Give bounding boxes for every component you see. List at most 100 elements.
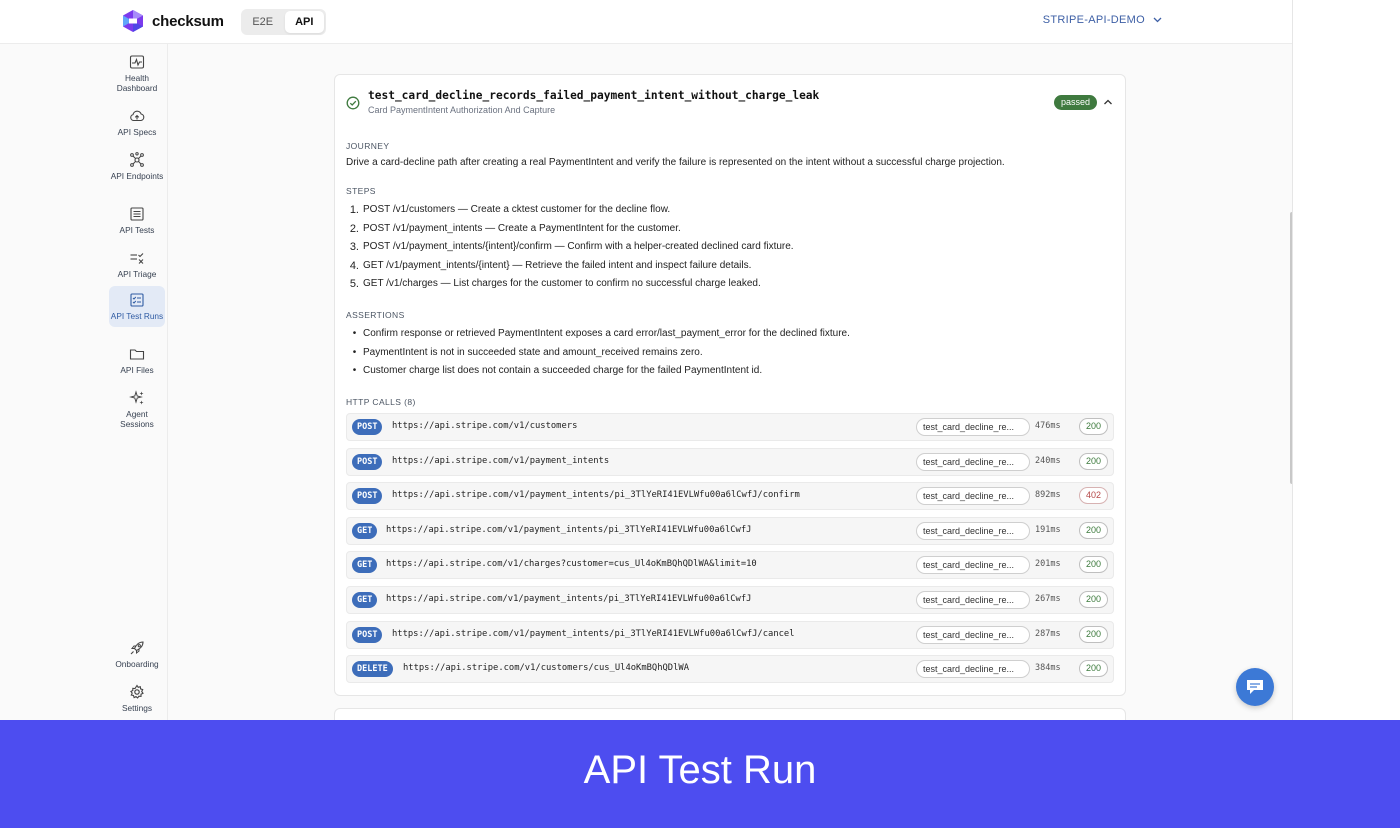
sidebar-item-onboarding[interactable]: Onboarding xyxy=(109,634,165,675)
steps-heading: STEPS xyxy=(346,186,376,196)
test-tag: test_card_decline_re... xyxy=(916,418,1030,436)
sidebar-item-api-tests[interactable]: API Tests xyxy=(109,200,165,241)
sidebar-item-label: Health Dashboard xyxy=(116,73,158,93)
sidebar-item-api-test-runs[interactable]: API Test Runs xyxy=(109,286,165,327)
sidebar-item-api-files[interactable]: API Files xyxy=(109,340,165,381)
caption-title: API Test Run xyxy=(583,748,817,792)
sidebar-item-label: API Triage xyxy=(117,269,157,279)
http-call-row[interactable]: POST https://api.stripe.com/v1/payment_i… xyxy=(346,447,1114,476)
status-code-badge: 200 xyxy=(1079,452,1108,470)
http-call-url: https://api.stripe.com/v1/charges?custom… xyxy=(386,559,757,570)
list-item: 2. POST /v1/payment_intents — Create a Pa… xyxy=(349,222,681,235)
triage-icon xyxy=(130,253,144,264)
http-call-url: https://api.stripe.com/v1/customers xyxy=(392,421,578,431)
http-method-badge: GET xyxy=(352,522,378,539)
list-item: • Confirm response or retrieved PaymentIn… xyxy=(352,328,850,339)
status-code-badge: 200 xyxy=(1079,521,1108,539)
http-call-url: https://api.stripe.com/v1/payment_intent… xyxy=(386,524,752,535)
status-code-badge: 200 xyxy=(1079,625,1108,643)
chevron-up-icon[interactable] xyxy=(1103,97,1113,107)
sidebar-item-agent-sessions[interactable]: Agent Sessions xyxy=(109,384,165,435)
duration: 267ms xyxy=(1035,593,1061,604)
duration: 476ms xyxy=(1035,421,1061,431)
sidebar-item-settings[interactable]: Settings xyxy=(109,678,165,719)
assertions-heading: ASSERTIONS xyxy=(346,310,405,320)
http-call-row[interactable]: GET https://api.stripe.com/v1/payment_in… xyxy=(346,516,1114,545)
http-call-row[interactable]: DELETE https://api.stripe.com/v1/custome… xyxy=(346,655,1114,684)
status-code-badge: 200 xyxy=(1079,418,1108,435)
sidebar-item-label: Onboarding xyxy=(115,659,159,669)
http-method-badge: POST xyxy=(352,453,383,470)
workspace-name: STRIPE-API-DEMO xyxy=(1042,14,1145,26)
list-item: • Customer charge list does not contain a… xyxy=(352,365,763,376)
status-code-badge: 200 xyxy=(1079,556,1108,574)
test-suite-name: Card PaymentIntent Authorization And Cap… xyxy=(368,105,556,115)
sparkles-icon xyxy=(129,390,144,405)
http-call-row[interactable]: GET https://api.stripe.com/v1/payment_in… xyxy=(346,585,1114,614)
sidebar-item-label: API Tests xyxy=(119,225,155,235)
http-calls-heading: HTTP CALLS (8) xyxy=(346,397,416,407)
sidebar-item-label: Agent Sessions xyxy=(120,409,154,429)
sidebar-item-health-dashboard[interactable]: Health Dashboard xyxy=(109,48,165,99)
journey-heading: JOURNEY xyxy=(346,141,390,151)
http-method-badge: POST xyxy=(352,488,383,505)
test-tag: test_card_decline_re... xyxy=(916,556,1030,575)
sidebar-item-api-specs[interactable]: API Specs xyxy=(109,102,165,143)
duration: 240ms xyxy=(1035,455,1061,466)
sidebar-item-label: API Test Runs xyxy=(110,311,164,321)
list-item: • PaymentIntent is not in succeeded state… xyxy=(352,346,703,358)
caption-banner: API Test Run xyxy=(0,720,1400,828)
test-result-card: test_card_decline_records_failed_payment… xyxy=(334,74,1126,696)
http-call-row[interactable]: POST https://api.stripe.com/v1/payment_i… xyxy=(346,482,1114,511)
assertions-list: • Confirm response or retrieved PaymentIn… xyxy=(346,325,850,381)
http-method-badge: GET xyxy=(352,591,378,608)
mode-api-tab[interactable]: API xyxy=(284,11,324,33)
mode-e2e-tab[interactable]: E2E xyxy=(243,11,283,33)
status-code-badge: 402 xyxy=(1079,487,1108,505)
http-call-url: https://api.stripe.com/v1/payment_intent… xyxy=(386,593,752,604)
list-item: 1. POST /v1/customers — Create a cktest c… xyxy=(349,204,671,216)
list-box-icon xyxy=(130,207,144,221)
next-test-card[interactable] xyxy=(334,708,1126,720)
previous-card-remnant xyxy=(334,44,1124,50)
list-item: 5. GET /v1/charges — List charges for the… xyxy=(349,278,761,290)
chevron-down-icon xyxy=(1153,17,1162,23)
check-circle-icon xyxy=(346,96,360,110)
gear-icon xyxy=(130,684,144,699)
network-icon xyxy=(130,152,144,167)
sidebar-item-api-triage[interactable]: API Triage xyxy=(109,244,165,285)
top-bar: checksum E2E API STRIPE-API-DEMO xyxy=(0,0,1292,44)
status-code-badge: 200 xyxy=(1079,590,1108,608)
test-tag: test_card_decline_re... xyxy=(916,625,1030,644)
duration: 201ms xyxy=(1035,559,1061,570)
duration: 287ms xyxy=(1035,628,1061,639)
test-tag: test_card_decline_re... xyxy=(916,590,1030,609)
app-window: checksum E2E API STRIPE-API-DEMO Health … xyxy=(0,0,1400,720)
chat-button[interactable] xyxy=(1236,668,1274,706)
brand-logo[interactable]: checksum xyxy=(122,9,224,33)
http-call-url: https://api.stripe.com/v1/payment_intent… xyxy=(392,490,800,501)
http-method-badge: DELETE xyxy=(352,661,393,678)
sidebar: Health Dashboard API Specs API Endpoints… xyxy=(106,44,168,720)
activity-icon xyxy=(129,55,145,69)
http-call-row[interactable]: POST https://api.stripe.com/v1/customers… xyxy=(346,413,1114,441)
duration: 384ms xyxy=(1035,663,1061,674)
folder-icon xyxy=(129,349,145,360)
http-call-row[interactable]: GET https://api.stripe.com/v1/charges?cu… xyxy=(346,551,1114,580)
sidebar-item-label: API Specs xyxy=(117,127,157,137)
list-item: 3. POST /v1/payment_intents/{intent}/conf… xyxy=(349,241,794,253)
status-code-badge: 200 xyxy=(1079,660,1108,678)
mode-toggle: E2E API xyxy=(241,9,326,35)
http-calls-list: POST https://api.stripe.com/v1/customers… xyxy=(346,413,1114,690)
right-edge-panel xyxy=(1292,0,1400,720)
test-tag: test_card_decline_re... xyxy=(916,452,1030,471)
http-call-url: https://api.stripe.com/v1/customers/cus_… xyxy=(403,663,689,674)
workspace-selector[interactable]: STRIPE-API-DEMO xyxy=(1043,14,1162,26)
http-call-row[interactable]: POST https://api.stripe.com/v1/payment_i… xyxy=(346,620,1114,649)
brand-name: checksum xyxy=(152,12,224,30)
main-content: test_card_decline_records_failed_payment… xyxy=(168,44,1292,720)
steps-list: 1. POST /v1/customers — Create a cktest c… xyxy=(346,201,794,294)
sidebar-item-api-endpoints[interactable]: API Endpoints xyxy=(109,146,165,187)
list-item: 4. GET /v1/payment_intents/{intent} — Ret… xyxy=(349,259,752,272)
http-method-badge: POST xyxy=(352,626,383,643)
